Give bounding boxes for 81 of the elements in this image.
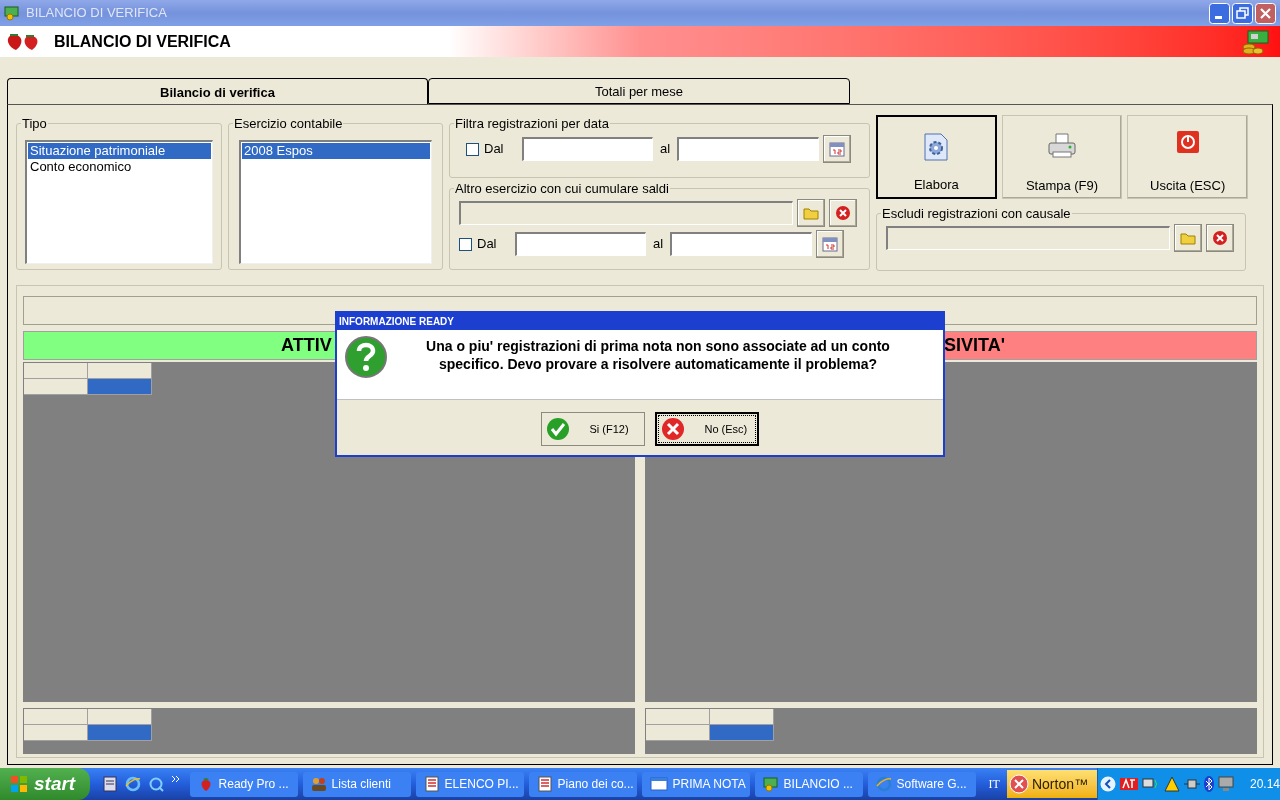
folder-button[interactable] (1174, 224, 1202, 252)
bluetooth-icon[interactable] (1203, 776, 1214, 792)
check-icon (545, 417, 570, 441)
browser-icon[interactable] (125, 776, 142, 792)
question-icon (344, 335, 388, 379)
plug-icon[interactable] (1183, 778, 1200, 790)
tab[interactable]: Totali per mese (428, 78, 850, 104)
taskbar-button[interactable]: ELENCO PI... (415, 771, 524, 797)
minimize-button[interactable] (1209, 2, 1230, 24)
close-button[interactable] (1255, 2, 1276, 24)
power-icon (1175, 130, 1200, 154)
taskbar-button[interactable]: PRIMA NOTA (641, 771, 750, 797)
clear-button[interactable] (1206, 224, 1234, 252)
taskbar-button[interactable]: Ready Pro ... (189, 771, 298, 797)
checkbox-label: Dal (477, 235, 498, 254)
money-icon (4, 5, 20, 21)
dialog-button[interactable]: Si (F12) (540, 412, 645, 446)
clock: 20.14 (1249, 776, 1280, 793)
window-title: BILANCIO DI VERIFICA (26, 4, 168, 23)
calendar-button[interactable] (823, 135, 852, 163)
list-box[interactable]: Situazione patrimoniale Conto economico (25, 140, 213, 264)
list-icon (536, 776, 553, 792)
money-icon (1240, 27, 1270, 56)
date-label: al (653, 235, 664, 254)
list-item[interactable]: 2008 Espos (242, 143, 430, 159)
ati-icon[interactable] (1119, 778, 1138, 790)
checkbox[interactable] (466, 142, 479, 156)
document-icon[interactable] (102, 776, 119, 792)
restore-button[interactable] (1232, 2, 1253, 24)
taskbar-button[interactable]: Software G... (867, 771, 976, 797)
search-icon[interactable] (148, 776, 165, 792)
money-icon (762, 776, 779, 792)
header-title: BILANCIO DI VERIFICA (54, 31, 232, 52)
taskbar-button[interactable]: Lista clienti (302, 771, 411, 797)
start-button[interactable]: start (0, 768, 91, 800)
input-field[interactable] (522, 137, 653, 161)
warning-icon[interactable] (1163, 776, 1180, 792)
clear-button[interactable] (829, 199, 857, 227)
taskbar-button[interactable]: BILANCIO ... (754, 771, 863, 797)
windows-logo-icon (10, 775, 28, 793)
action-button[interactable]: Elabora (876, 115, 997, 199)
folder-button[interactable] (797, 199, 825, 227)
input-field[interactable] (677, 137, 820, 161)
group-label: Altro esercizio con cui cumulare saldi (454, 182, 670, 195)
checkbox[interactable] (459, 237, 472, 251)
close-icon (660, 417, 685, 441)
calendar-button[interactable] (816, 230, 845, 258)
dialog-title: INFORMAZIONE READY (337, 313, 943, 330)
action-button[interactable]: Uscita (ESC) (1127, 115, 1248, 199)
list-box[interactable]: 2008 Espos (239, 140, 432, 264)
checkbox-label: Dal (484, 140, 505, 159)
list-item[interactable]: Conto economico (28, 159, 211, 175)
dialog-button[interactable]: No (Esc) (654, 412, 759, 446)
folder-icon (803, 206, 819, 220)
group-label: Filtra registrazioni per data (454, 117, 610, 130)
input-field[interactable] (886, 226, 1170, 250)
language-indicator: IT (988, 776, 1001, 793)
close-icon (1008, 774, 1029, 794)
x-icon (835, 205, 851, 221)
list-item[interactable]: Situazione patrimoniale (28, 143, 211, 159)
globe-icon (875, 776, 892, 792)
action-button[interactable]: Stampa (F9) (1001, 115, 1123, 199)
calendar-icon (829, 141, 846, 157)
tab[interactable]: Bilancio di verifica (7, 78, 428, 104)
group-label: Tipo (21, 117, 48, 130)
group-label: Escludi registrazioni con causale (881, 207, 1072, 220)
taskbar-button[interactable]: Piano dei co... (528, 771, 637, 797)
window-icon (649, 776, 668, 792)
input-field[interactable] (515, 232, 646, 256)
people-icon (310, 776, 327, 792)
input-field[interactable] (459, 201, 793, 225)
input-field[interactable] (670, 232, 813, 256)
folder-icon (1180, 231, 1196, 245)
group-label: Esercizio contabile (233, 117, 344, 130)
norton-button[interactable]: Norton™ (1006, 770, 1097, 798)
calendar-icon (822, 236, 839, 252)
list-icon (423, 776, 440, 792)
chevron-left-icon[interactable] (1099, 776, 1116, 792)
date-label: al (660, 140, 671, 159)
chevron-icon[interactable] (171, 775, 182, 783)
x-icon (1212, 230, 1228, 246)
